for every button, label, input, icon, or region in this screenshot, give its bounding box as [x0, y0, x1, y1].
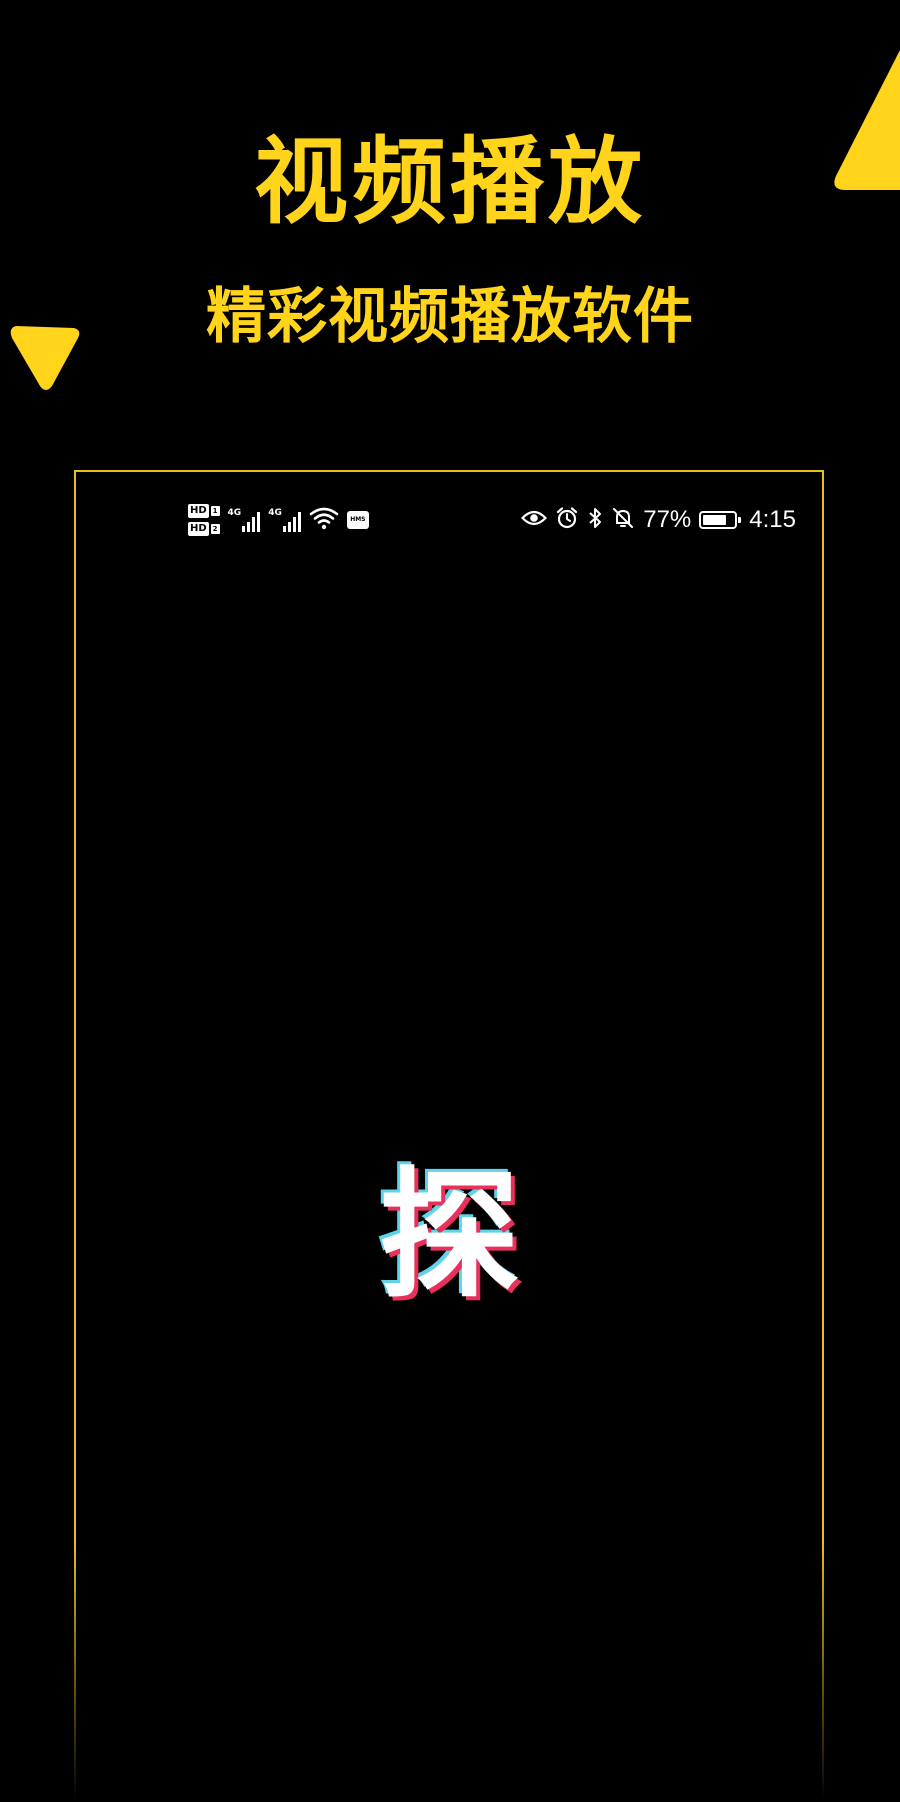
battery-icon	[699, 511, 742, 529]
sim-index: 1	[210, 506, 220, 516]
sim-indicators: HD 1 HD 2	[188, 504, 220, 536]
alarm-icon	[555, 506, 579, 534]
status-bar-left: HD 1 HD 2 4G 4G HMS	[188, 492, 369, 548]
promo-title: 视频播放	[253, 128, 646, 237]
network-type: 4G	[268, 508, 282, 518]
status-bar-right: 77% 4:15	[521, 492, 796, 548]
mute-bell-icon	[611, 506, 635, 534]
bluetooth-icon	[587, 506, 603, 534]
eye-comfort-icon	[521, 509, 548, 531]
clock: 4:15	[749, 506, 796, 533]
network-type: 4G	[227, 508, 242, 518]
app-splash-logo: 探	[378, 1155, 519, 1318]
phone-screenshot-frame: HD 1 HD 2 4G 4G HMS 77% 4:15 探	[73, 470, 825, 1802]
signal-icon: 4G	[268, 508, 301, 532]
status-bar: HD 1 HD 2 4G 4G HMS 77% 4:15	[76, 492, 822, 548]
sim-index: 2	[210, 524, 220, 534]
signal-icon: 4G	[228, 508, 261, 532]
sim1-indicator: HD 1	[188, 504, 220, 518]
hd-badge: HD	[188, 504, 209, 518]
hd-badge: HD	[188, 522, 209, 536]
battery-percent: 77%	[643, 506, 692, 533]
hms-icon: HMS	[346, 511, 369, 529]
wifi-icon	[309, 506, 339, 534]
promo-subtitle: 精彩视频播放软件	[206, 282, 694, 352]
sim2-indicator: HD 2	[188, 522, 220, 536]
